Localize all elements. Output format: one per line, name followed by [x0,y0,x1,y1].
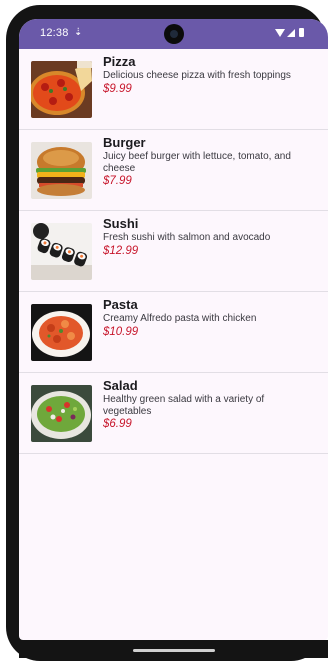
app-screen: 12:38 ⇣ Pizza Delicious cheese pizza wit… [19,19,328,640]
battery-icon [299,28,304,37]
status-time: 12:38 [40,27,69,39]
list-item[interactable]: Pasta Creamy Alfredo pasta with chicken … [19,292,328,373]
item-name: Sushi [103,216,139,231]
pasta-image [31,304,92,361]
list-item[interactable]: Sushi Fresh sushi with salmon and avocad… [19,211,328,292]
pizza-image [31,61,92,118]
status-icons [275,28,315,40]
home-gesture-bar[interactable] [133,649,215,652]
camera-cutout [164,24,184,44]
item-price: $9.99 [103,83,132,95]
item-price: $6.99 [103,418,132,430]
item-description: Delicious cheese pizza with fresh toppin… [103,70,291,81]
list-item[interactable]: Salad Healthy green salad with a variety… [19,373,328,454]
item-description: Fresh sushi with salmon and avocado [103,232,271,243]
item-description: Healthy green salad with a variety of ve… [103,394,265,417]
wifi-icon [275,29,285,37]
sushi-image [31,223,92,280]
item-name: Burger [103,135,146,150]
menu-list: Pizza Delicious cheese pizza with fresh … [19,49,328,454]
item-name: Pizza [103,54,136,69]
burger-image [31,142,92,199]
item-name: Pasta [103,297,138,312]
item-description: Creamy Alfredo pasta with chicken [103,313,257,324]
salad-image [31,385,92,442]
item-description: Juicy beef burger with lettuce, tomato, … [103,151,291,174]
item-price: $12.99 [103,245,139,257]
list-item[interactable]: Burger Juicy beef burger with lettuce, t… [19,130,328,211]
list-item[interactable]: Pizza Delicious cheese pizza with fresh … [19,49,328,130]
download-icon: ⇣ [74,27,83,38]
item-price: $10.99 [103,326,139,338]
signal-icon [287,29,295,37]
item-name: Salad [103,378,138,393]
status-bar: 12:38 ⇣ [19,19,328,49]
item-price: $7.99 [103,175,132,187]
